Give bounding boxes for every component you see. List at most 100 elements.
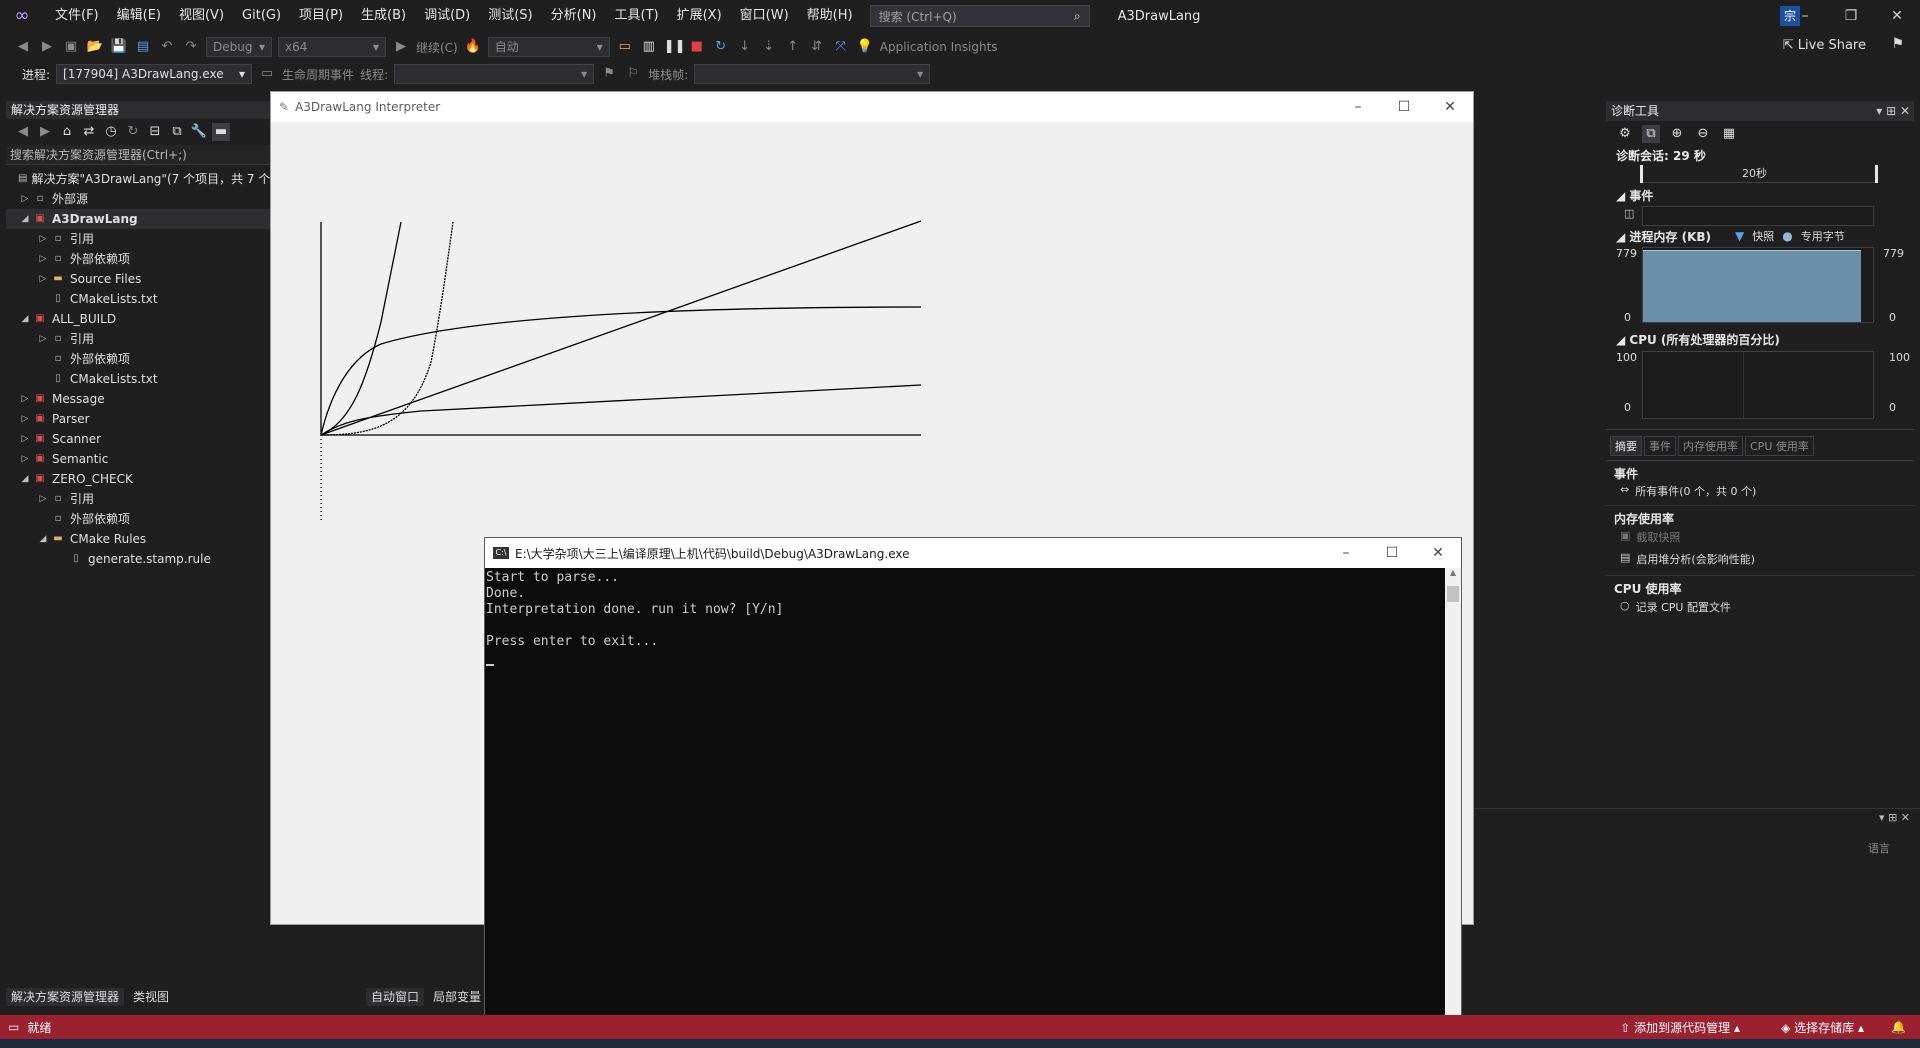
tab-summary[interactable]: 摘要 (1610, 436, 1642, 456)
panel-controls-icon[interactable]: ▾ ⊞ ✕ (1879, 811, 1910, 824)
home-icon[interactable]: ⌂ (58, 123, 76, 141)
timeline-ruler[interactable]: 20秒 (1640, 163, 1878, 183)
tree-item[interactable]: ▷ ▫ 引用 (6, 329, 272, 349)
tab-memory-usage[interactable]: 内存使用率 (1678, 436, 1743, 456)
diagnostics-icon[interactable]: ⤧ (832, 38, 850, 56)
back-icon[interactable]: ◀ (14, 123, 32, 141)
menu-item[interactable]: 调试(D) (415, 0, 479, 32)
expand-arrow-icon[interactable]: ◢ (18, 309, 32, 329)
expand-arrow-icon[interactable]: ▷ (36, 269, 50, 289)
menu-item[interactable]: 视图(V) (170, 0, 233, 32)
tree-item[interactable]: ▷ ▫ 外部源 (6, 189, 272, 209)
preview-icon[interactable]: ▬ (212, 123, 230, 141)
menu-item[interactable]: 项目(P) (290, 0, 352, 32)
close-icon[interactable]: ✕ (1415, 538, 1461, 568)
menu-item[interactable]: 编辑(E) (108, 0, 170, 32)
search-input[interactable]: 搜索 (Ctrl+Q) ⌕ (869, 5, 1090, 27)
save-all-icon[interactable]: ▤ (134, 38, 152, 56)
heap-profiling-button[interactable]: ▤ 启用堆分析(会影响性能) (1606, 551, 1914, 575)
expand-arrow-icon[interactable]: ▷ (18, 389, 32, 409)
expand-arrow-icon[interactable]: ▷ (36, 489, 50, 509)
menu-item[interactable]: 分析(N) (542, 0, 606, 32)
pause-events-icon[interactable]: ◫ (1624, 207, 1634, 220)
auto-select[interactable]: 自动 ▾ (487, 37, 610, 57)
tab-events[interactable]: 事件 (1644, 436, 1676, 456)
minimize-icon[interactable]: – (1323, 538, 1369, 568)
tree-item[interactable]: ▷ ▬ Source Files (6, 269, 272, 289)
maximize-icon[interactable]: ☐ (1369, 538, 1415, 568)
menu-item[interactable]: 文件(F) (46, 0, 108, 32)
maximize-icon[interactable]: ☐ (1381, 92, 1427, 122)
save-icon[interactable]: 💾 (110, 38, 128, 56)
timeline-start-handle[interactable] (1640, 165, 1643, 183)
tree-item[interactable]: ▷ ▣ Scanner (6, 429, 272, 449)
pause-icon[interactable]: ❚❚ (664, 38, 686, 56)
forward-icon[interactable]: ▶ (36, 123, 54, 141)
tree-item[interactable]: ◢ ▣ ALL_BUILD (6, 309, 272, 329)
undo-icon[interactable]: ↶ (158, 38, 176, 56)
menu-item[interactable]: 扩展(X) (668, 0, 731, 32)
redo-icon[interactable]: ↷ (182, 38, 200, 56)
stop-icon[interactable]: ■ (688, 38, 706, 56)
pending-changes-icon[interactable]: ◷ (102, 123, 120, 141)
tree-item[interactable]: ▷ ▫ 外部依赖项 (6, 249, 272, 269)
tree-item[interactable]: ▫ 外部依赖项 (6, 509, 272, 529)
app-insights-button[interactable]: Application Insights (880, 40, 998, 54)
tab-autos[interactable]: 自动窗口 (366, 988, 425, 1006)
process-select[interactable]: [177904] A3DrawLang.exe ▾ (56, 64, 253, 84)
panel-controls-icon[interactable]: ▾ ⊞ ✕ (1876, 101, 1910, 121)
lifecycle-events-button[interactable]: 生命周期事件 (282, 66, 354, 83)
expand-arrow-icon[interactable]: ▷ (36, 329, 50, 349)
close-icon[interactable]: ✕ (1874, 0, 1920, 32)
step-back-icon[interactable]: ⇵ (808, 38, 826, 56)
live-share-button[interactable]: ⇱ Live Share (1783, 38, 1866, 53)
continue-button[interactable]: 继续(C) (416, 39, 458, 56)
scrollbar-thumb[interactable] (1447, 586, 1459, 602)
tree-item[interactable]: ▯ generate.stamp.rule (6, 549, 272, 569)
expand-arrow-icon[interactable]: ▷ (18, 449, 32, 469)
flag-icon[interactable]: ⚑ (600, 65, 618, 83)
menu-item[interactable]: Git(G) (233, 0, 290, 32)
menu-item[interactable]: 帮助(H) (798, 0, 862, 32)
tree-item[interactable]: ▯ CMakeLists.txt (6, 289, 272, 309)
console-scrollbar[interactable]: ▲ (1445, 568, 1461, 1047)
zoom-out-icon[interactable]: ⊖ (1694, 125, 1712, 143)
restart-icon[interactable]: ↻ (712, 38, 730, 56)
zoom-in-icon[interactable]: ⊕ (1668, 125, 1686, 143)
menu-item[interactable]: 测试(S) (479, 0, 541, 32)
minimize-icon[interactable]: – (1335, 92, 1381, 122)
expand-arrow-icon[interactable]: ◢ (36, 529, 50, 549)
take-snapshot-button[interactable]: ▣ 截取快照 (1606, 529, 1914, 551)
lifecycle-icon[interactable]: ▭ (258, 65, 276, 83)
tab-locals[interactable]: 局部变量 (428, 988, 486, 1006)
expand-arrow-icon[interactable]: ▷ (18, 189, 32, 209)
expand-arrow-icon[interactable]: ▷ (36, 229, 50, 249)
thread-select[interactable]: ▾ (394, 64, 595, 84)
expand-arrow-icon[interactable]: ◢ (18, 469, 32, 489)
show-all-files-icon[interactable]: ⧉ (168, 123, 186, 141)
timeline-end-handle[interactable] (1875, 165, 1878, 183)
switch-views-icon[interactable]: ⇄ (80, 123, 98, 141)
menu-item[interactable]: 工具(T) (606, 0, 668, 32)
step-out-icon[interactable]: ↑ (784, 38, 802, 56)
tab-class-view[interactable]: 类视图 (128, 988, 174, 1006)
back-icon[interactable]: ◀ (14, 38, 32, 56)
expand-arrow-icon[interactable]: ▷ (18, 409, 32, 429)
all-events-link[interactable]: ⇔ 所有事件(0 个，共 0 个) (1606, 483, 1914, 505)
reset-view-icon[interactable]: ▦ (1720, 125, 1738, 143)
tree-item[interactable]: ▫ 外部依赖项 (6, 349, 272, 369)
tab-solution-explorer[interactable]: 解决方案资源管理器 (6, 988, 125, 1006)
notifications-icon[interactable]: 🔔 (1891, 1020, 1906, 1034)
tree-item[interactable]: ▷ ▣ Parser (6, 409, 272, 429)
hot-reload-icon[interactable]: 🔥 (464, 38, 482, 56)
sync-icon[interactable]: ↻ (124, 123, 142, 141)
layout-icon[interactable]: ▥ (640, 38, 658, 56)
tree-item[interactable]: ▷ ▣ Message (6, 389, 272, 409)
new-project-icon[interactable]: ▣ (62, 38, 80, 56)
console-output[interactable]: Start to parse... Done. Interpretation don… (485, 568, 1445, 1047)
continue-icon[interactable]: ▶ (392, 38, 410, 56)
restore-icon[interactable]: ❐ (1828, 0, 1874, 32)
tree-item[interactable]: ▤ 解决方案"A3DrawLang"(7 个项目，共 7 个) (6, 169, 275, 189)
thread-flag-icon[interactable]: ⚐ (624, 65, 642, 83)
configuration-select[interactable]: Debug ▾ (206, 37, 272, 57)
